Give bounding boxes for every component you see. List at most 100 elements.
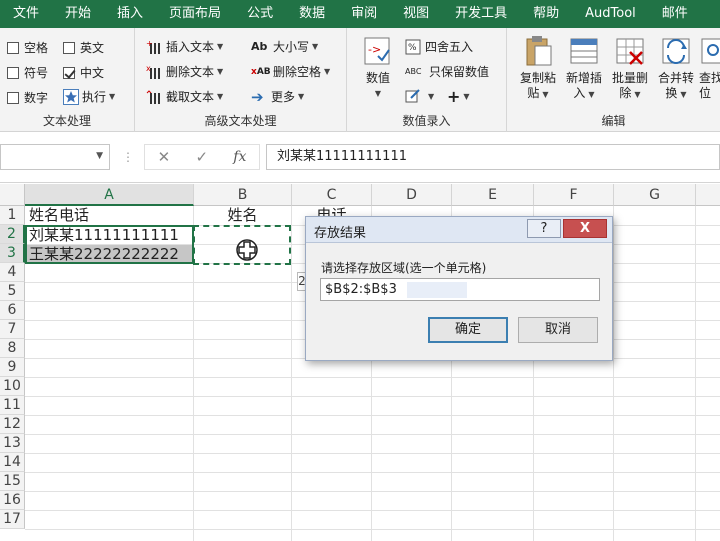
chevron-down-icon: ▼	[217, 67, 224, 76]
group-label: 高级文本处理	[204, 114, 277, 128]
menu-tab-data[interactable]: 数据	[286, 0, 338, 28]
column-header-e[interactable]: E	[452, 184, 534, 206]
insert-text-button[interactable]: + 插入文本 ▼	[146, 38, 223, 55]
row-header-2[interactable]: 2	[0, 225, 25, 244]
number-icon: ->	[362, 34, 394, 68]
insert-new-line2: 入	[573, 86, 586, 100]
execute-button[interactable]: 执行 ▼	[63, 88, 115, 105]
checkbox-space[interactable]: 空格	[7, 39, 48, 56]
gridline	[25, 529, 720, 530]
ok-button[interactable]: 确定	[428, 317, 508, 343]
chevron-down-icon: ▼	[298, 92, 305, 101]
extract-text-button[interactable]: 截取文本 ▼	[146, 88, 223, 105]
menu-tab-formulas[interactable]: 公式	[234, 0, 286, 28]
menu-tab-page-layout[interactable]: 页面布局	[156, 0, 234, 28]
help-button[interactable]: ?	[527, 219, 561, 238]
checkbox-english[interactable]: 英文	[63, 39, 104, 56]
edit-dropdown-button[interactable]: ▼	[405, 88, 434, 104]
row-header-5[interactable]: 5	[0, 282, 25, 301]
row-header-4[interactable]: 4	[0, 263, 25, 282]
chevron-down-icon: ▼	[374, 89, 382, 98]
column-header-d[interactable]: D	[372, 184, 452, 206]
add-dropdown-button[interactable]: + ▼	[447, 87, 470, 106]
delete-space-button[interactable]: xAB 删除空格 ▼	[251, 63, 330, 80]
menu-tab-mail[interactable]: 邮件	[649, 0, 701, 28]
menu-tab-review[interactable]: 审阅	[338, 0, 390, 28]
chevron-down-icon: ▼	[324, 67, 331, 76]
menu-tab-audtool[interactable]: AudTool	[572, 0, 649, 28]
cancel-formula-icon[interactable]: ✕	[158, 148, 171, 166]
row-header-13[interactable]: 13	[0, 434, 25, 453]
name-box[interactable]: ▼	[0, 144, 110, 170]
select-all-corner[interactable]	[0, 184, 25, 206]
row-header-17[interactable]: 17	[0, 510, 25, 529]
merge-convert-button[interactable]: 合并转 换 ▼	[653, 34, 699, 102]
checkbox-chinese[interactable]: 中文	[63, 64, 104, 81]
chevron-down-icon: ▼	[680, 90, 687, 99]
menu-tab-home[interactable]: 开始	[52, 0, 104, 28]
number-button[interactable]: -> 数值 ▼	[355, 34, 401, 101]
round-icon: %	[405, 39, 421, 55]
row-header-8[interactable]: 8	[0, 339, 25, 358]
menu-tab-view[interactable]: 视图	[390, 0, 442, 28]
menu-tab-help[interactable]: 帮助	[520, 0, 572, 28]
insert-new-button[interactable]: 新增插 入 ▼	[561, 34, 607, 102]
column-header-b[interactable]: B	[194, 184, 292, 206]
group-label: 编辑	[601, 114, 626, 128]
cancel-button[interactable]: 取消	[518, 317, 598, 343]
gridline	[25, 396, 720, 397]
cell-a1[interactable]: 姓名电话	[25, 206, 193, 225]
menu-tab-developer[interactable]: 开发工具	[442, 0, 520, 28]
checkbox-label: 中文	[80, 66, 105, 80]
column-header-g[interactable]: G	[614, 184, 696, 206]
chevron-down-icon: ▼	[109, 92, 116, 101]
more-button[interactable]: ➔ 更多 ▼	[251, 88, 304, 105]
column-header-f[interactable]: F	[534, 184, 614, 206]
confirm-formula-icon[interactable]: ✓	[195, 148, 208, 166]
insert-text-icon: +	[146, 39, 162, 55]
round-button[interactable]: % 四舍五入	[405, 38, 473, 55]
row-header-14[interactable]: 14	[0, 453, 25, 472]
column-header-h[interactable]	[696, 184, 720, 206]
range-input[interactable]: $B$2:$B$3	[320, 278, 600, 301]
column-header-a[interactable]: A	[25, 184, 194, 206]
case-button[interactable]: Ab 大小写 ▼	[251, 38, 318, 55]
case-label: 大小写	[273, 40, 310, 54]
keep-number-button[interactable]: ABC 只保留数值	[405, 63, 489, 80]
checkbox-box	[7, 41, 19, 54]
row-header-1[interactable]: 1	[0, 206, 25, 225]
chevron-down-icon[interactable]: ▼	[96, 151, 103, 161]
column-header-c[interactable]: C	[292, 184, 372, 206]
abc-icon: ABC	[405, 66, 422, 76]
row-header-7[interactable]: 7	[0, 320, 25, 339]
row-header-11[interactable]: 11	[0, 396, 25, 415]
cell-b1[interactable]: 姓名	[194, 206, 291, 225]
row-header-10[interactable]: 10	[0, 377, 25, 396]
copy-paste-button[interactable]: 复制粘 贴 ▼	[515, 34, 561, 102]
insert-function-icon[interactable]: fx	[233, 149, 246, 165]
row-header-12[interactable]: 12	[0, 415, 25, 434]
formula-input[interactable]: 刘某某11111111111	[266, 144, 720, 170]
checkbox-box	[63, 41, 75, 54]
menu-tab-insert[interactable]: 插入	[104, 0, 156, 28]
menu-tab-file[interactable]: 文件	[0, 0, 52, 28]
merge-convert-line1: 合并转	[657, 71, 694, 85]
svg-text:x: x	[146, 64, 151, 73]
row-header-15[interactable]: 15	[0, 472, 25, 491]
row-header-9[interactable]: 9	[0, 358, 25, 377]
checkbox-symbol[interactable]: 符号	[7, 64, 48, 81]
delete-text-button[interactable]: x 删除文本 ▼	[146, 63, 223, 80]
row-header-6[interactable]: 6	[0, 301, 25, 320]
row-header-3[interactable]: 3	[0, 244, 25, 263]
formula-bar: ▼ ⋮ ✕ ✓ fx 刘某某11111111111	[0, 133, 720, 183]
formula-bar-grip-icon: ⋮	[122, 150, 134, 164]
checkbox-number[interactable]: 数字	[7, 89, 48, 106]
gridline	[25, 510, 720, 511]
close-button[interactable]: X	[563, 219, 607, 238]
find-locate-button[interactable]: 查找 位	[699, 34, 720, 101]
row-header-16[interactable]: 16	[0, 491, 25, 510]
group-text-processing: 空格 英文 符号 中文 数字 执行 ▼ 文本处理	[0, 28, 135, 132]
gridline	[25, 472, 720, 473]
chevron-down-icon: ▼	[428, 91, 435, 101]
batch-delete-button[interactable]: 批量删 除 ▼	[607, 34, 653, 102]
